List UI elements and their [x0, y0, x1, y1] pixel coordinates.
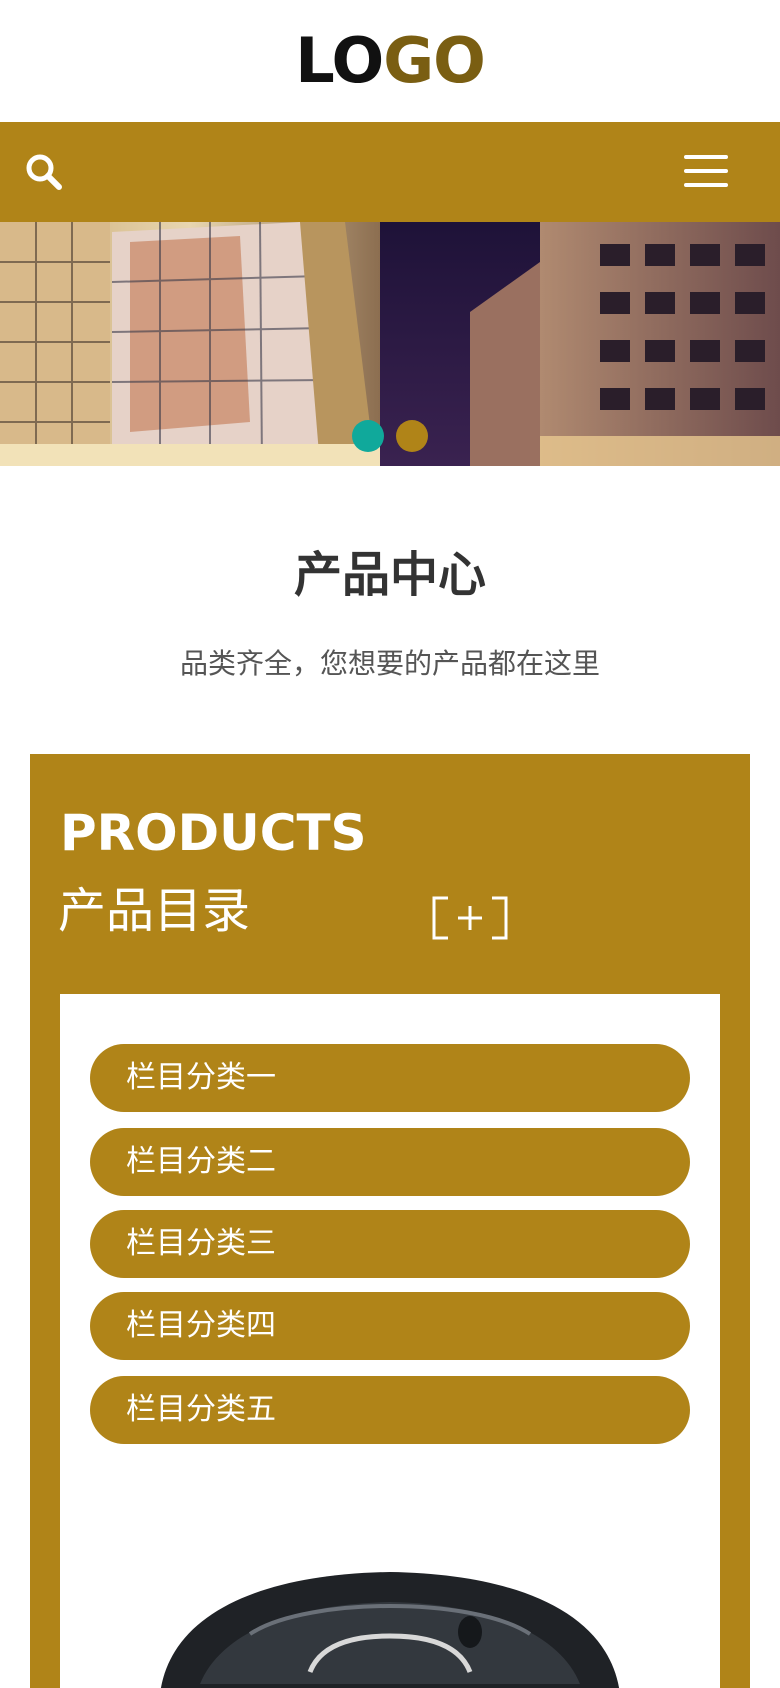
logo-part-2: GO [383, 24, 486, 97]
category-item[interactable]: 栏目分类四 [90, 1292, 690, 1360]
navbar [0, 122, 780, 222]
category-item[interactable]: 栏目分类五 [90, 1376, 690, 1444]
category-item[interactable]: 栏目分类二 [90, 1128, 690, 1196]
logo-part-1: LO [295, 24, 384, 97]
category-item[interactable]: 栏目分类一 [90, 1044, 690, 1112]
product-image-telephone[interactable] [140, 1554, 640, 1688]
products-heading-cn: 产品目录 [58, 883, 251, 939]
hamburger-menu-icon[interactable] [684, 155, 732, 191]
hero-banner[interactable] [0, 222, 780, 466]
carousel-dot-1[interactable] [352, 420, 384, 452]
products-heading-en: PRODUCTS [60, 804, 367, 862]
category-list-box: 栏目分类一 栏目分类二 栏目分类三 栏目分类四 栏目分类五 [60, 994, 720, 1688]
section-title: 产品中心 [293, 547, 486, 603]
banner-image [0, 222, 780, 466]
plus-bracket-icon[interactable] [430, 894, 510, 942]
section-subtitle: 品类齐全，您想要的产品都在这里 [179, 647, 600, 680]
logo[interactable]: LOGO [0, 30, 780, 92]
products-panel: PRODUCTS 产品目录 栏目分类一 栏目分类二 栏目分类三 栏目分类四 栏目… [30, 754, 750, 1688]
carousel-dot-2[interactable] [396, 420, 428, 452]
category-item[interactable]: 栏目分类三 [90, 1210, 690, 1278]
header: LOGO [0, 0, 780, 122]
search-icon[interactable] [24, 152, 64, 192]
